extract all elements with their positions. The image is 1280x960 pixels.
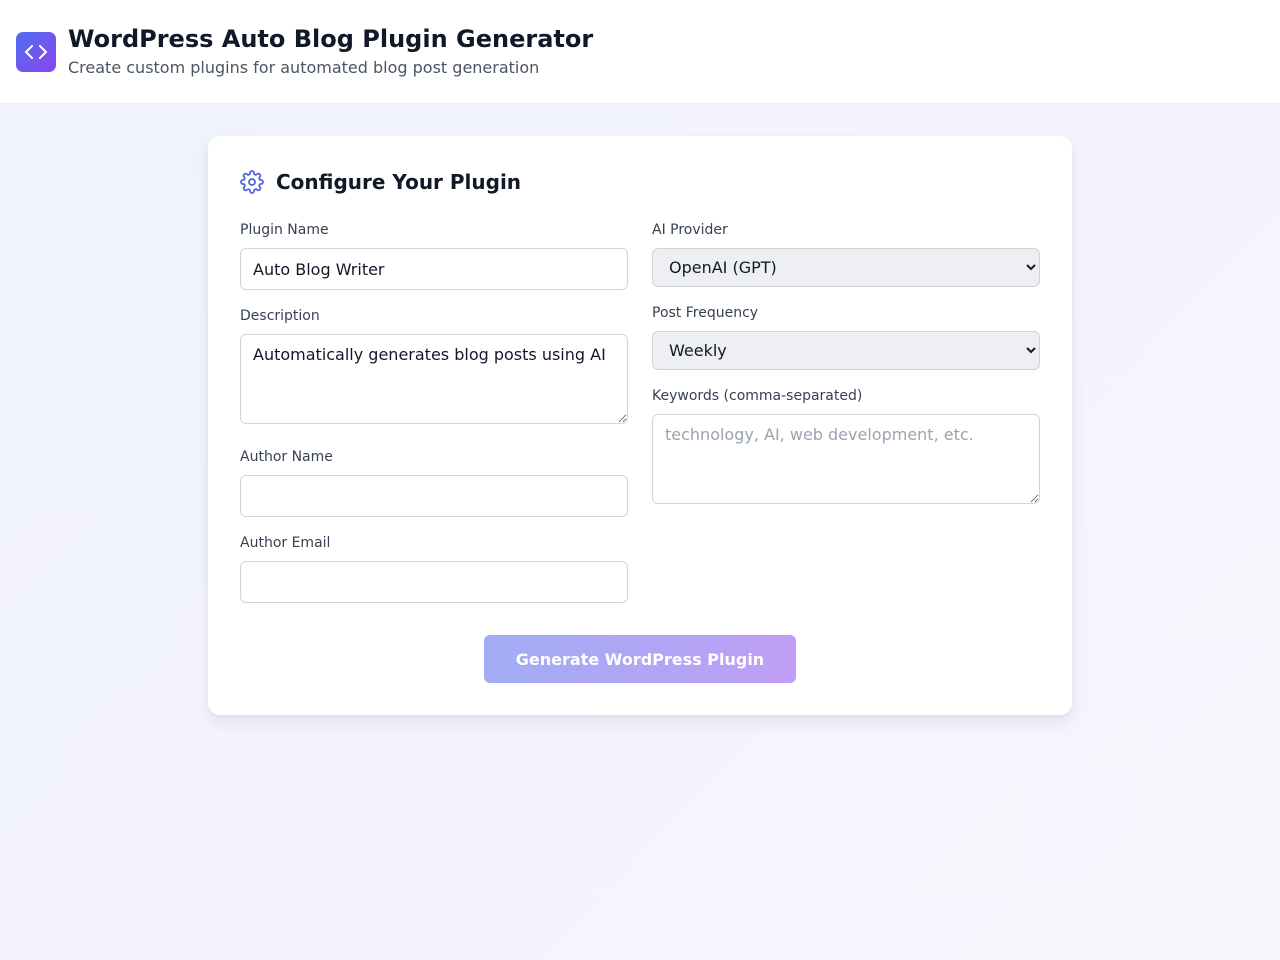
author-name-input[interactable] xyxy=(240,475,628,517)
description-textarea[interactable]: Automatically generates blog posts using… xyxy=(240,334,628,424)
post-frequency-select[interactable]: Weekly xyxy=(652,331,1040,370)
page-title: WordPress Auto Blog Plugin Generator xyxy=(68,25,594,53)
plugin-name-input[interactable] xyxy=(240,248,628,290)
ai-provider-label: AI Provider xyxy=(652,222,728,238)
code-brackets-icon xyxy=(16,32,56,72)
author-name-label: Author Name xyxy=(240,449,333,465)
configure-plugin-card: Configure Your Plugin Plugin Name Descri… xyxy=(208,136,1072,715)
app-header: WordPress Auto Blog Plugin Generator Cre… xyxy=(0,0,1280,104)
plugin-name-label: Plugin Name xyxy=(240,222,329,238)
author-email-input[interactable] xyxy=(240,561,628,603)
ai-provider-select[interactable]: OpenAI (GPT) xyxy=(652,248,1040,287)
generate-plugin-button[interactable]: Generate WordPress Plugin xyxy=(484,635,796,683)
gear-icon xyxy=(240,170,264,194)
keywords-label: Keywords (comma-separated) xyxy=(652,388,863,404)
card-heading: Configure Your Plugin xyxy=(240,168,521,196)
page-subtitle: Create custom plugins for automated blog… xyxy=(68,58,540,77)
author-email-label: Author Email xyxy=(240,535,331,551)
post-frequency-label: Post Frequency xyxy=(652,305,759,321)
description-label: Description xyxy=(240,308,320,324)
card-title: Configure Your Plugin xyxy=(276,170,522,194)
keywords-textarea[interactable] xyxy=(652,414,1040,504)
